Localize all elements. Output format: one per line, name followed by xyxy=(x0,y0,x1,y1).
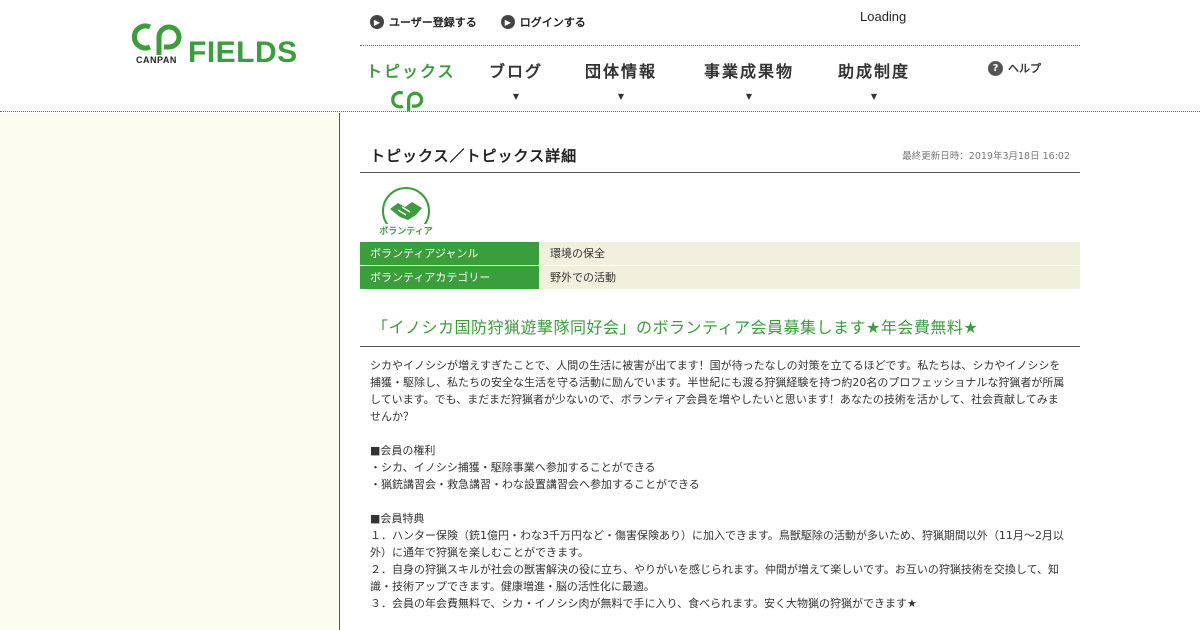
nav-item-blog[interactable]: ブログ ▼ xyxy=(489,58,543,101)
table-row: ボランティアジャンル 環境の保全 xyxy=(360,242,1080,265)
site-header: CANPAN FIELDS ▶ ユーザー登録する ▶ ログインする Loadin… xyxy=(0,0,1200,112)
nav-item-label: 事業成果物 xyxy=(704,62,795,81)
login-link[interactable]: ▶ ログインする xyxy=(500,14,586,30)
info-value: 環境の保全 xyxy=(540,242,1080,265)
active-cp-mark-icon xyxy=(391,91,424,112)
body-heading: ■会員特典 xyxy=(370,512,425,525)
help-label: ヘルプ xyxy=(1008,62,1041,75)
volunteer-icon-label: ボランティア xyxy=(379,225,432,237)
register-link[interactable]: ▶ ユーザー登録する xyxy=(370,14,477,30)
nav-item-label: ブログ xyxy=(489,62,544,81)
arrow-right-icon: ▶ xyxy=(500,15,515,29)
nav-divider xyxy=(360,45,1080,46)
nav-item-topics[interactable]: トピックス xyxy=(366,58,456,82)
body-line: ・シカ、イノシシ捕獲・駆除事業へ参加することができる xyxy=(370,461,656,474)
caret-down-icon: ▼ xyxy=(745,92,753,101)
body-line: ２．自身の狩猟スキルが社会の獣害解決の役に立ち、やりがいを感じられます。仲間が増… xyxy=(370,563,1060,576)
info-label: ボランティアカテゴリー xyxy=(360,266,539,289)
article-title: 「イノシカ国防狩猟遊撃隊同好会」のボランティア会員募集します★年会費無料★ xyxy=(372,318,979,337)
arrow-right-icon: ▶ xyxy=(370,15,384,29)
login-link-label: ログインする xyxy=(519,16,586,29)
nav-item-label: 助成制度 xyxy=(838,62,911,81)
page-title: トピックス／トピックス詳細 xyxy=(370,147,578,165)
top-links: ▶ ユーザー登録する ▶ ログインする xyxy=(370,14,586,30)
help-icon: ? xyxy=(988,60,1003,76)
register-link-label: ユーザー登録する xyxy=(389,16,477,29)
volunteer-handshake-icon: ボランティア xyxy=(379,187,433,237)
body-line: せんか？ xyxy=(370,410,414,423)
body-line: シカやイノシシが増えすぎたことで、人間の生活に被害が出てます！国が待ったなしの対… xyxy=(370,359,1061,372)
logo-canpan-text: CANPAN xyxy=(136,55,177,65)
nav-item-organization[interactable]: 団体情報 ▼ xyxy=(585,58,657,101)
body-line: ３．会員の年会費無料で、シカ・イノシシ肉が無料で手に入り、食べられます。安く大物… xyxy=(370,597,917,610)
nav-item-deliverables[interactable]: 事業成果物 ▼ xyxy=(704,58,794,101)
article-body: シカやイノシシが増えすぎたことで、人間の生活に被害が出てます！国が待ったなしの対… xyxy=(370,357,1070,612)
info-value: 野外での活動 xyxy=(540,266,1080,289)
caret-down-icon: ▼ xyxy=(617,92,625,101)
nav-item-label: トピックス xyxy=(366,62,456,81)
body-line: 外）に通年で狩猟を楽しむことができます。 xyxy=(370,546,589,559)
cp-mark-icon xyxy=(131,23,182,55)
main-nav: トピックス ブログ ▼ 団体情報 ▼ 事業成果物 ▼ 助成制度 ▼ ? ヘルプ xyxy=(360,58,1080,112)
left-sidebar xyxy=(0,113,340,630)
body-line: 識・技術アップできます。健康増進・脳の活性化に最適。 xyxy=(370,580,655,593)
canpan-fields-logo[interactable]: CANPAN FIELDS xyxy=(128,22,313,70)
body-line: ・猟銃講習会・救急講習・わな設置講習会へ参加することができる xyxy=(370,478,700,491)
nav-item-grants[interactable]: 助成制度 ▼ xyxy=(838,58,910,101)
caret-down-icon: ▼ xyxy=(870,92,878,101)
article-divider xyxy=(360,346,1080,347)
info-label: ボランティアジャンル xyxy=(360,242,539,265)
help-link[interactable]: ? ヘルプ xyxy=(988,60,1041,76)
nav-item-label: 団体情報 xyxy=(585,62,658,81)
logo-fields-text: FIELDS xyxy=(188,36,298,69)
body-line: 捕獲・駆除し、私たちの安全な生活を守る活動に励んでいます。半世紀にも渡る狩猟経験… xyxy=(370,376,1065,389)
caret-down-icon: ▼ xyxy=(512,92,520,101)
body-line: １．ハンター保険（銃1億円・わな3千万円など・傷害保険あり）に加入できます。鳥獣… xyxy=(370,529,1064,542)
volunteer-info-table: ボランティアジャンル 環境の保全 ボランティアカテゴリー 野外での活動 xyxy=(360,242,1080,290)
body-heading: ■会員の権利 xyxy=(370,444,436,457)
last-updated: 最終更新日時：2019年3月18日 16:02 xyxy=(902,151,1070,162)
table-row: ボランティアカテゴリー 野外での活動 xyxy=(360,266,1080,289)
loading-text: Loading xyxy=(860,9,907,24)
body-line: しています。でも、まだまだ狩猟者が少ないので、ボランティア会員を増やしたいと思い… xyxy=(370,393,1059,406)
page-title-row: トピックス／トピックス詳細 最終更新日時：2019年3月18日 16:02 xyxy=(360,141,1080,173)
